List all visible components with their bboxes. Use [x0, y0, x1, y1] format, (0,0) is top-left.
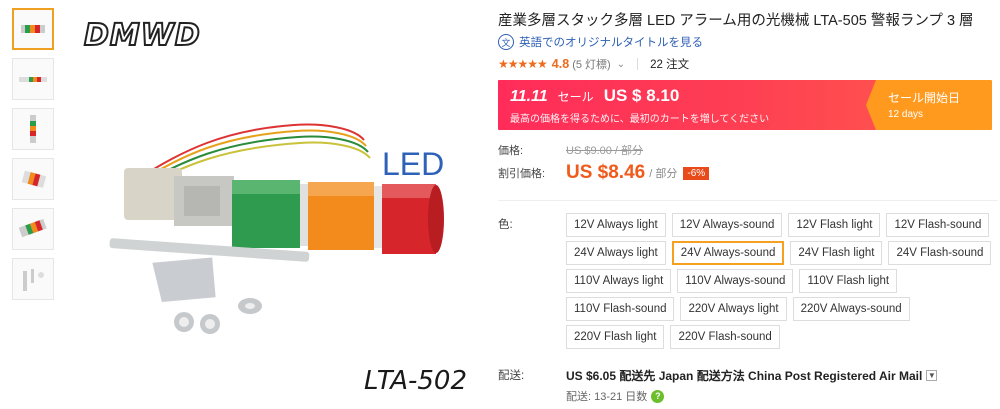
thumbnail-1[interactable]: [12, 8, 54, 50]
price-label: 価格:: [498, 145, 524, 157]
sale-badge: 11.11: [510, 88, 548, 105]
color-option[interactable]: 110V Always-sound: [677, 269, 794, 293]
shipping-info: US $6.05 配送先 Japan 配送方法 China Post Regis…: [566, 367, 938, 384]
color-option[interactable]: 12V Flash-sound: [886, 213, 990, 237]
color-label: 色:: [498, 219, 513, 231]
sale-note: 最高の価格を得るために、最初のカートを増してください: [510, 114, 770, 125]
sale-label: セール: [557, 90, 594, 104]
discount-price: US $8.46: [566, 162, 646, 183]
help-icon[interactable]: ?: [651, 389, 665, 403]
color-option[interactable]: 24V Always-sound: [671, 241, 785, 265]
color-options: 12V Always light 12V Always-sound 12V Flas…: [566, 213, 994, 349]
main-product-image: DMWD LED LTA-502: [64, 0, 482, 409]
translate-icon: 文: [498, 34, 514, 50]
sale-days: 12 days: [888, 109, 924, 120]
signal-tower-illustration: [109, 123, 444, 334]
shipping-main-text: US $6.05 配送先 Japan 配送方法 China Post Regis…: [566, 369, 923, 383]
color-option[interactable]: 220V Flash light: [566, 325, 665, 349]
model-label: LTA-502: [364, 366, 468, 396]
thumbnail-4[interactable]: [12, 158, 54, 200]
rating-row: ★★★★★ 4.8 (5 灯標) ⌄ 22 注文: [498, 56, 998, 72]
rating-count[interactable]: (5 灯標): [572, 56, 611, 72]
thumbnail-2[interactable]: [12, 58, 54, 100]
chevron-down-icon[interactable]: ▼: [926, 370, 938, 381]
thumbnail-strip: [12, 8, 56, 308]
delivery-days: 配送: 13-21 日数: [566, 391, 648, 403]
original-price-row: 価格: US $9.00 / 部分: [498, 142, 998, 158]
divider: [637, 58, 639, 70]
sale-countdown: セール開始日 12 days: [866, 80, 992, 130]
color-option[interactable]: 110V Flash light: [799, 269, 898, 293]
sale-price-section: 11.11 セール US $ 8.10 最高の価格を得るために、最初のカートを増…: [498, 80, 876, 130]
translate-link[interactable]: 文 英語でのオリジナルタイトルを見る: [498, 34, 998, 50]
discount-badge: -6%: [683, 166, 710, 180]
color-option[interactable]: 110V Always light: [566, 269, 672, 293]
color-option[interactable]: 24V Flash-sound: [888, 241, 992, 265]
color-option[interactable]: 24V Flash light: [790, 241, 883, 265]
discount-price-row: 割引価格: US $8.46 / 部分 -6%: [498, 162, 998, 184]
led-label: LED: [382, 146, 445, 182]
shipping-label: 配送:: [498, 370, 525, 382]
product-info-panel: 産業多層スタック多層 LED アラーム用の光機械 LTA-505 警報ランプ 3…: [498, 0, 998, 409]
star-rating-icon: ★★★★★: [498, 57, 548, 71]
color-option[interactable]: 12V Always light: [566, 213, 666, 237]
color-option[interactable]: 24V Always light: [566, 241, 666, 265]
color-option[interactable]: 220V Flash-sound: [670, 325, 780, 349]
product-title: 産業多層スタック多層 LED アラーム用の光機械 LTA-505 警報ランプ 3…: [498, 13, 974, 29]
color-option[interactable]: 220V Always light: [680, 297, 787, 321]
orders-count: 22 注文: [650, 59, 690, 71]
sale-banner: 11.11 セール US $ 8.10 最高の価格を得るために、最初のカートを増…: [498, 80, 992, 130]
color-option[interactable]: 12V Flash light: [788, 213, 881, 237]
discount-price-label: 割引価格:: [498, 168, 546, 180]
color-selector: 色: 12V Always light 12V Always-sound 12V F…: [498, 213, 998, 349]
shipping-block: 配送: US $6.05 配送先 Japan 配送方法 China Post R…: [498, 367, 998, 404]
sale-start-label: セール開始日: [888, 91, 961, 105]
brand-logo: DMWD: [83, 17, 201, 54]
sale-price: US $ 8.10: [603, 86, 680, 105]
price-unit: / 部分: [649, 168, 678, 180]
chevron-down-icon[interactable]: ⌄: [617, 59, 625, 70]
color-option[interactable]: 110V Flash-sound: [566, 297, 675, 321]
delivery-time: 配送: 13-21 日数 ?: [566, 388, 937, 404]
rating-value: 4.8: [551, 57, 570, 71]
color-option[interactable]: 220V Always-sound: [792, 297, 910, 321]
thumbnail-6[interactable]: [12, 258, 54, 300]
price-block: 価格: US $9.00 / 部分 割引価格: US $8.46 / 部分 -6…: [498, 142, 998, 184]
original-price: US $9.00 / 部分: [566, 145, 644, 157]
section-divider: [498, 200, 998, 201]
translate-link-text[interactable]: 英語でのオリジナルタイトルを見る: [519, 34, 703, 50]
thumbnail-5[interactable]: [12, 208, 54, 250]
thumbnail-3[interactable]: [12, 108, 54, 150]
color-option[interactable]: 12V Always-sound: [671, 213, 783, 237]
